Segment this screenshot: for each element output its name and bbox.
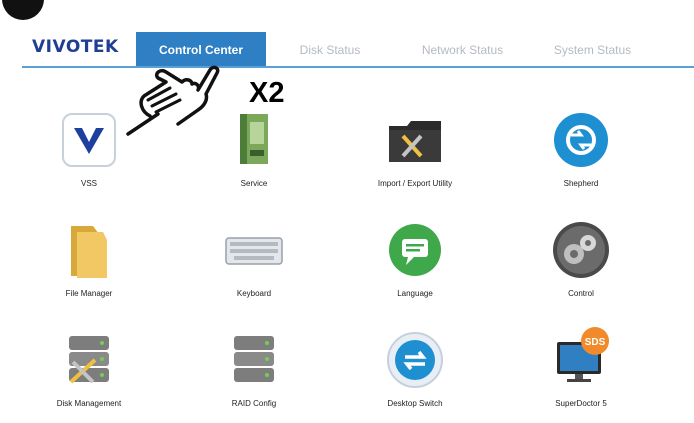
app-label: RAID Config bbox=[231, 399, 277, 408]
app-label: Control bbox=[568, 289, 594, 298]
app-label: VSS bbox=[80, 179, 97, 188]
step-number-marker bbox=[2, 0, 44, 20]
app-label: Shepherd bbox=[563, 179, 599, 188]
raid-icon bbox=[234, 336, 274, 382]
import-export-icon bbox=[389, 121, 441, 162]
app-label: SuperDoctor 5 bbox=[555, 399, 607, 408]
double-click-hand-icon bbox=[126, 65, 220, 136]
vss-icon bbox=[62, 113, 116, 167]
gears-icon bbox=[553, 222, 609, 278]
app-label: Import / Export Utility bbox=[377, 179, 453, 188]
vivotek-logo: VIVOTEK bbox=[32, 37, 119, 57]
tab-system-status[interactable]: System Status bbox=[535, 32, 650, 68]
service-icon bbox=[240, 114, 268, 164]
keyboard-icon bbox=[225, 237, 283, 265]
app-label: Language bbox=[397, 289, 433, 298]
disk-management-icon bbox=[69, 336, 109, 384]
tab-network-status[interactable]: Network Status bbox=[400, 32, 525, 68]
desktop-switch-icon bbox=[387, 332, 443, 388]
app-label: Service bbox=[240, 179, 268, 188]
app-label: File Manager bbox=[65, 289, 113, 298]
app-label: Keyboard bbox=[236, 289, 272, 298]
tab-disk-status[interactable]: Disk Status bbox=[280, 32, 380, 68]
app-label: Disk Management bbox=[56, 399, 122, 408]
sds-badge-text: SDS bbox=[585, 337, 606, 348]
folder-icon bbox=[71, 226, 107, 278]
double-click-label: X2 bbox=[249, 77, 285, 109]
shepherd-icon bbox=[554, 113, 608, 167]
superdoctor-icon: SDS bbox=[557, 327, 609, 382]
app-label: Desktop Switch bbox=[387, 399, 443, 408]
language-icon bbox=[389, 224, 441, 276]
top-navigation: VIVOTEK Control Center Disk Status Netwo… bbox=[0, 30, 694, 68]
